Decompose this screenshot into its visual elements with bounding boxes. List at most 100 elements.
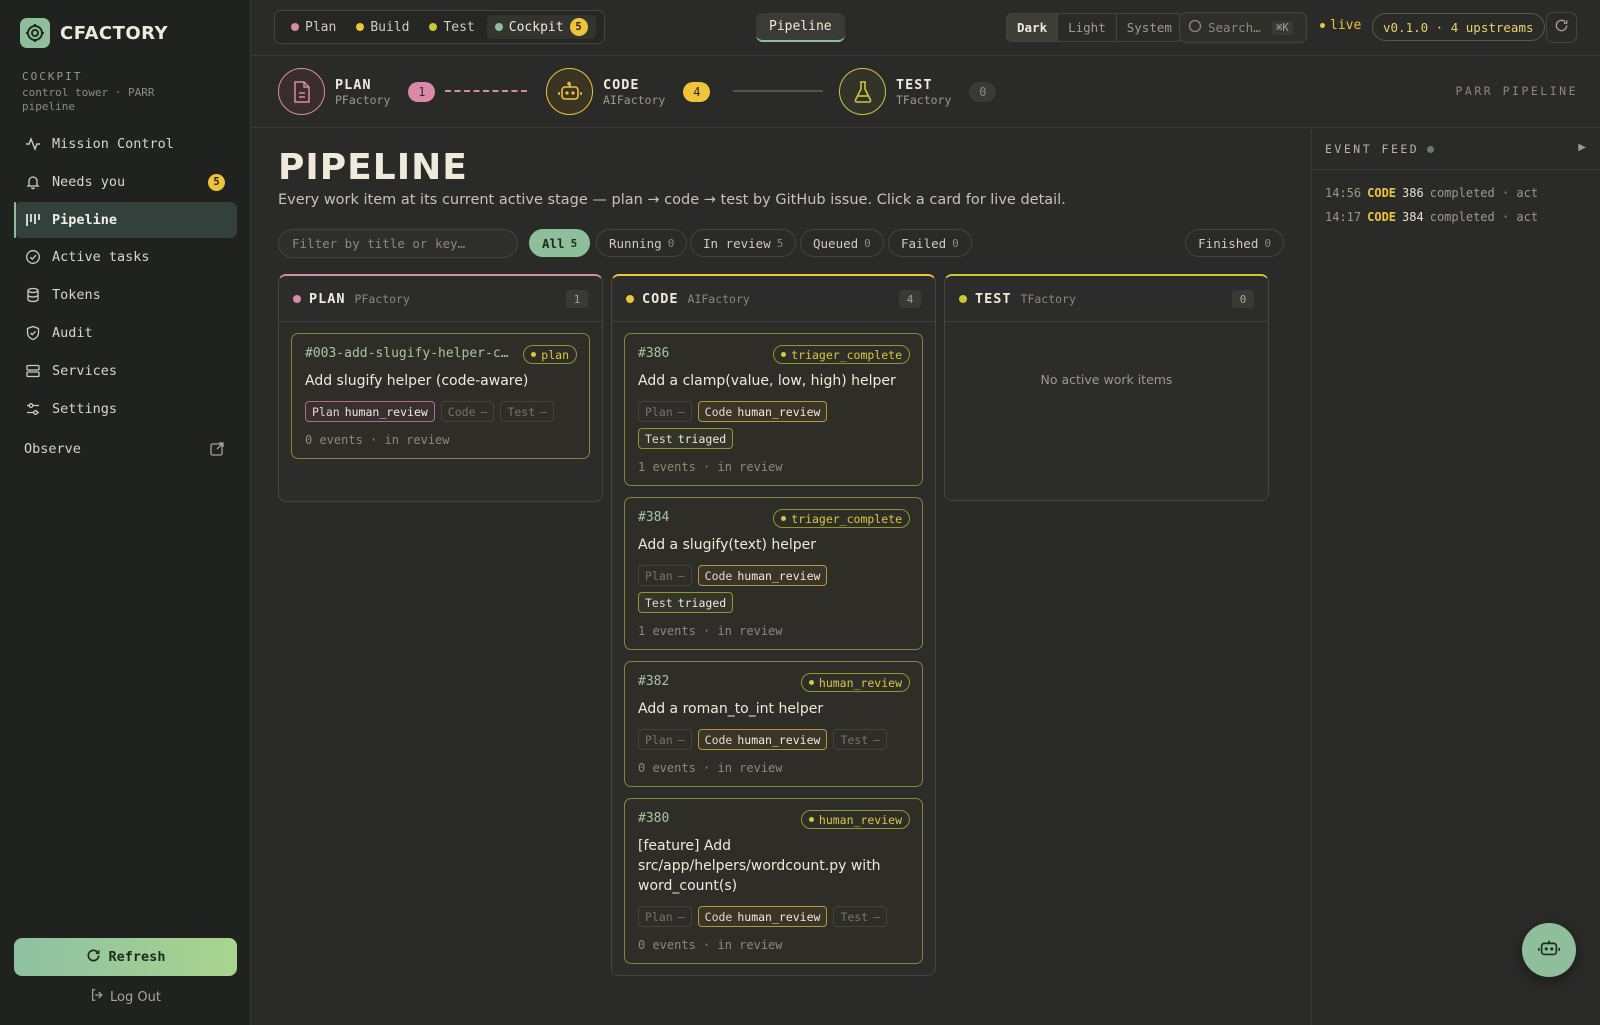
stage-plan[interactable]: PLAN PFactory 1 — [278, 68, 436, 115]
collapse-arrow-icon[interactable]: ▶ — [1578, 142, 1586, 153]
chip-label: Failed — [901, 235, 947, 251]
stage-chip-plan: Plan – — [638, 906, 692, 927]
column-count: 1 — [566, 290, 588, 308]
cockpit-count-badge: 5 — [569, 18, 588, 36]
theme-light-option[interactable]: Light — [1058, 14, 1117, 41]
theme-system-option[interactable]: System — [1117, 14, 1182, 41]
search-box[interactable]: ⌘K — [1179, 12, 1307, 43]
logout-button[interactable]: Log Out — [0, 988, 251, 1006]
reload-icon — [1554, 18, 1569, 37]
filter-input[interactable] — [278, 229, 518, 258]
live-dot-icon — [1320, 23, 1325, 28]
kanban-icon — [24, 211, 42, 229]
activity-icon — [24, 135, 42, 153]
work-item-card[interactable]: #384 triager_complete Add a slugify(text… — [624, 497, 923, 650]
tab-test[interactable]: Test — [421, 17, 482, 38]
stage-chip-name: Test — [840, 909, 869, 924]
stage-chip-value: – — [873, 732, 881, 747]
chip-failed[interactable]: Failed 0 — [888, 229, 972, 257]
chip-queued[interactable]: Queued 0 — [800, 229, 884, 257]
sidebar: CFACTORY COCKPIT control tower · PARR pi… — [0, 0, 251, 1025]
tab-cockpit[interactable]: Cockpit 5 — [486, 15, 596, 39]
brand[interactable]: CFACTORY — [20, 18, 168, 48]
topbar: Plan Build Test Cockpit 5 Pipeline Dark … — [252, 0, 1600, 56]
sidebar-item-mission-control[interactable]: Mission Control — [14, 126, 237, 162]
logout-label: Log Out — [110, 989, 161, 1005]
tab-plan[interactable]: Plan — [283, 17, 344, 38]
stage-chip-value: triaged — [677, 431, 727, 446]
sidebar-item-label: Mission Control — [52, 136, 174, 152]
stage-code[interactable]: CODE AIFactory 4 — [546, 68, 711, 115]
chip-count: 0 — [952, 236, 959, 250]
sidebar-item-pipeline[interactable]: Pipeline — [14, 201, 237, 238]
sidebar-item-settings[interactable]: Settings — [14, 391, 237, 427]
sidebar-item-services[interactable]: Services — [14, 353, 237, 389]
column-factory: TFactory — [1020, 291, 1076, 306]
stage-chip-name: Test — [840, 732, 869, 747]
logout-icon — [90, 988, 104, 1006]
stage-chip-test: Test – — [833, 906, 888, 927]
chip-label: In review — [703, 235, 771, 251]
card-status-tag: triager_complete — [773, 509, 910, 528]
sidebar-item-audit[interactable]: Audit — [14, 315, 237, 351]
chip-in-review[interactable]: In review 5 — [690, 229, 797, 257]
sidebar-item-label: Observe — [24, 440, 81, 457]
stage-chip-test: Test – — [500, 401, 555, 422]
sidebar-item-observe[interactable]: Observe — [14, 431, 237, 467]
stage-count: 4 — [683, 81, 711, 102]
stage-chip-value: – — [480, 404, 488, 419]
pipeline-view-button[interactable]: Pipeline — [756, 13, 845, 42]
assistant-bot-button[interactable] — [1522, 923, 1576, 977]
card-title: [feature] Add src/app/helpers/wordcount.… — [638, 838, 881, 894]
sidebar-item-label: Needs you — [52, 173, 126, 190]
stage-test[interactable]: TEST TFactory 0 — [839, 68, 997, 115]
robot-icon — [546, 68, 593, 115]
sidebar-item-tokens[interactable]: Tokens — [14, 277, 237, 313]
chip-all[interactable]: All 5 — [529, 229, 591, 257]
sidebar-item-active-tasks[interactable]: Active tasks — [14, 239, 237, 275]
work-item-card[interactable]: #382 human_review Add a roman_to_int hel… — [624, 661, 923, 787]
sidebar-section-subtitle: control tower · PARR pipeline — [22, 86, 155, 113]
version-badge[interactable]: v0.1.0 · 4 upstreams — [1372, 13, 1545, 41]
stage-chip-name: Test — [645, 595, 673, 610]
event-row[interactable]: 14:17 CODE 384 completed · act — [1325, 205, 1587, 229]
stage-chip-code: Code human_review — [697, 565, 828, 586]
card-title: Add a clamp(value, low, high) helper — [638, 373, 896, 389]
stage-chip-value: – — [677, 404, 685, 419]
tab-build[interactable]: Build — [348, 17, 417, 38]
search-input[interactable] — [1208, 20, 1266, 35]
theme-switcher: Dark Light System — [1006, 13, 1183, 42]
test-dot-icon — [959, 294, 967, 303]
page-subtitle: Every work item at its current active st… — [278, 192, 1066, 208]
column-count: 4 — [899, 290, 921, 308]
stage-chip-value: human_review — [737, 732, 821, 747]
chip-label: Running — [609, 235, 662, 251]
stage-chip-value: human_review — [737, 568, 821, 583]
chip-running[interactable]: Running 0 — [596, 229, 688, 257]
work-item-card[interactable]: #003-add-slugify-helper-c… plan Add slug… — [291, 333, 590, 459]
event-row[interactable]: 14:56 CODE 386 completed · act — [1325, 181, 1587, 205]
event-feed: EVENT FEED ▶ 14:56 CODE 386 completed · … — [1311, 129, 1600, 1025]
stage-chip-test: Test triaged — [638, 428, 734, 449]
card-status-tag: plan — [523, 345, 577, 364]
sidebar-item-label: Services — [52, 362, 118, 379]
card-stages: Plan human_review Code – Test – — [305, 401, 576, 422]
shield-icon — [24, 324, 42, 342]
brand-logo-icon — [20, 18, 50, 48]
card-stages: Plan – Code human_review Test triaged — [638, 565, 909, 613]
work-item-card[interactable]: #386 triager_complete Add a clamp(value,… — [624, 333, 923, 486]
sidebar-item-label: Pipeline — [52, 211, 118, 228]
needs-you-badge: 5 — [208, 173, 225, 191]
card-meta: 0 events · in review — [305, 433, 450, 447]
reload-button[interactable] — [1546, 12, 1577, 43]
theme-dark-option[interactable]: Dark — [1007, 14, 1059, 41]
stage-chip-plan: Plan human_review — [305, 401, 435, 422]
chip-finished[interactable]: Finished 0 — [1185, 229, 1284, 257]
column-empty-state: No active work items — [1040, 372, 1173, 387]
sidebar-item-needs-you[interactable]: Needs you 5 — [14, 164, 237, 200]
event-kind: CODE — [1367, 186, 1397, 200]
work-item-card[interactable]: #380 human_review [feature] Add src/app/… — [624, 798, 923, 964]
tab-label: Plan — [305, 19, 337, 35]
card-status-label: triager_complete — [791, 347, 902, 362]
refresh-button[interactable]: Refresh — [14, 938, 237, 976]
